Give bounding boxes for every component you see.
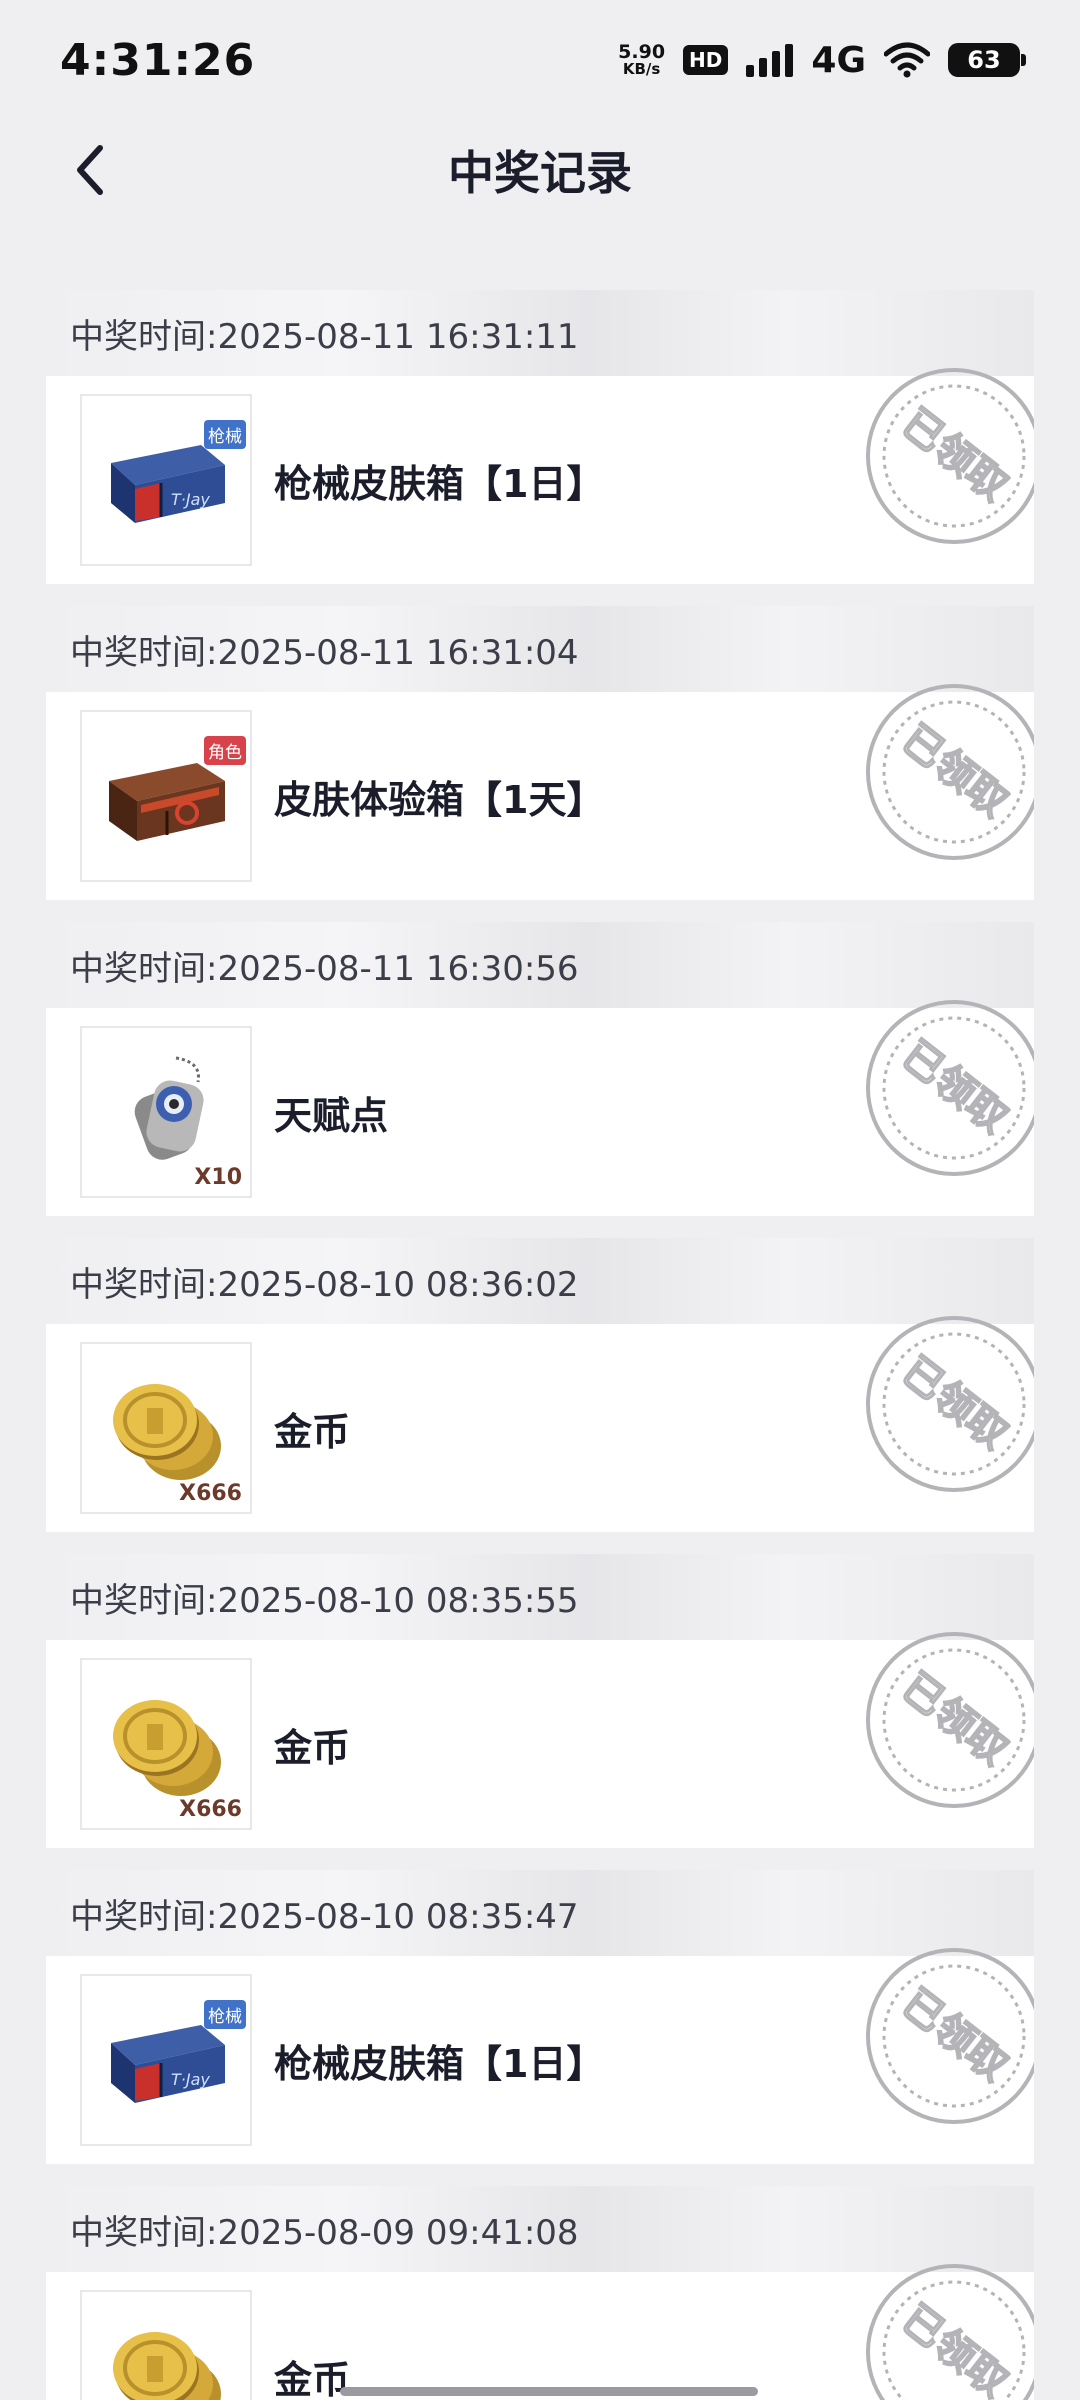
chevron-left-icon (77, 145, 103, 195)
prize-record-card: 中奖时间:2025-08-09 09:41:08 金币 已领取 (46, 2186, 1034, 2400)
page-title: 中奖记录 (448, 146, 632, 200)
win-time: 中奖时间:2025-08-11 16:30:56 (70, 948, 579, 989)
page-header: 中奖记录 (0, 120, 1080, 220)
claimed-stamp-label: 已领取 (893, 716, 1016, 826)
record-body: X666 金币 已领取 (46, 1632, 1034, 1848)
win-time: 中奖时间:2025-08-11 16:31:11 (70, 316, 579, 357)
prize-thumbnail: X10 (80, 1026, 252, 1198)
prize-record-card: 中奖时间:2025-08-11 16:31:04 角色 皮肤体验箱【1天】 已领… (46, 606, 1034, 900)
prize-name: 天赋点 (274, 1093, 389, 1138)
gold-coins-icon (101, 1684, 231, 1804)
network-speed: 5.90 KB/s (618, 43, 665, 77)
win-time: 中奖时间:2025-08-10 08:35:55 (70, 1580, 579, 1621)
hd-icon: HD (683, 45, 729, 75)
home-indicator[interactable] (340, 2387, 758, 2396)
wifi-icon (884, 42, 930, 78)
status-icons: 5.90 KB/s HD 4G 63 (618, 39, 1026, 81)
win-time: 中奖时间:2025-08-10 08:36:02 (70, 1264, 579, 1305)
claimed-stamp-icon: 已领取 (866, 1316, 1034, 1492)
win-time: 中奖时间:2025-08-11 16:31:04 (70, 632, 579, 673)
claimed-stamp-icon: 已领取 (866, 2264, 1034, 2400)
prize-name: 枪械皮肤箱【1日】 (274, 2041, 605, 2086)
prize-quantity: X666 (179, 1481, 242, 1506)
claimed-stamp-icon: 已领取 (866, 1000, 1034, 1176)
prize-record-card: 中奖时间:2025-08-10 08:35:47 T·Jay 枪械 枪械皮肤箱【… (46, 1870, 1034, 2164)
prize-record-card: 中奖时间:2025-08-10 08:36:02 X666 金币 已领取 (46, 1238, 1034, 1532)
record-body: 金币 已领取 (46, 2264, 1034, 2400)
signal-icon (746, 43, 794, 77)
record-body: X10 天赋点 已领取 (46, 1000, 1034, 1216)
prize-quantity: X10 (194, 1165, 242, 1190)
claimed-stamp-icon: 已领取 (866, 1632, 1034, 1808)
prize-name: 金币 (274, 1725, 351, 1770)
win-time: 中奖时间:2025-08-09 09:41:08 (70, 2212, 579, 2253)
prize-thumbnail (80, 2290, 252, 2400)
network-speed-unit: KB/s (622, 60, 661, 78)
gold-coins-icon (101, 2316, 231, 2400)
prize-thumbnail: X666 (80, 1342, 252, 1514)
record-body: 角色 皮肤体验箱【1天】 已领取 (46, 684, 1034, 900)
gold-coins-icon (101, 1368, 231, 1488)
claimed-stamp-label: 已领取 (893, 400, 1016, 510)
status-time: 4:31:26 (60, 34, 256, 86)
prize-record-list: 中奖时间:2025-08-11 16:31:11 T·Jay 枪械 枪械皮肤箱【… (46, 290, 1034, 2400)
record-body: X666 金币 已领取 (46, 1316, 1034, 1532)
prize-quantity: X666 (179, 1797, 242, 1822)
prize-name: 金币 (274, 1409, 351, 1454)
claimed-stamp-label: 已领取 (893, 1980, 1016, 2090)
claimed-stamp-label: 已领取 (893, 2296, 1016, 2400)
prize-record-card: 中奖时间:2025-08-10 08:35:55 X666 金币 已领取 (46, 1554, 1034, 1848)
prize-name: 金币 (274, 2357, 351, 2400)
prize-thumbnail: T·Jay 枪械 (80, 394, 252, 566)
status-bar: 4:31:26 5.90 KB/s HD 4G 63 (0, 0, 1080, 120)
prize-record-card: 中奖时间:2025-08-11 16:31:11 T·Jay 枪械 枪械皮肤箱【… (46, 290, 1034, 584)
back-button[interactable] (60, 140, 120, 200)
prize-name: 皮肤体验箱【1天】 (274, 777, 605, 822)
svg-text:T·Jay: T·Jay (171, 2070, 210, 2089)
claimed-stamp-label: 已领取 (893, 1032, 1016, 1142)
battery-level: 63 (967, 46, 1001, 74)
win-time: 中奖时间:2025-08-10 08:35:47 (70, 1896, 579, 1937)
prize-record-card: 中奖时间:2025-08-11 16:30:56 X10 天赋点 已领取 (46, 922, 1034, 1216)
category-tag: 枪械 (204, 2000, 246, 2029)
claimed-stamp-label: 已领取 (893, 1348, 1016, 1458)
claimed-stamp-icon: 已领取 (866, 684, 1034, 860)
prize-thumbnail: X666 (80, 1658, 252, 1830)
prize-thumbnail: T·Jay 枪械 (80, 1974, 252, 2146)
prize-thumbnail: 角色 (80, 710, 252, 882)
prize-name: 枪械皮肤箱【1日】 (274, 461, 605, 506)
battery-icon: 63 (948, 43, 1026, 77)
network-type: 4G (811, 39, 866, 81)
category-tag: 角色 (204, 736, 246, 765)
claimed-stamp-icon: 已领取 (866, 1948, 1034, 2124)
claimed-stamp-icon: 已领取 (866, 368, 1034, 544)
claimed-stamp-label: 已领取 (893, 1664, 1016, 1774)
dog-tag-icon (106, 1052, 226, 1172)
record-body: T·Jay 枪械 枪械皮肤箱【1日】 已领取 (46, 368, 1034, 584)
record-body: T·Jay 枪械 枪械皮肤箱【1日】 已领取 (46, 1948, 1034, 2164)
category-tag: 枪械 (204, 420, 246, 449)
svg-text:T·Jay: T·Jay (171, 490, 210, 509)
